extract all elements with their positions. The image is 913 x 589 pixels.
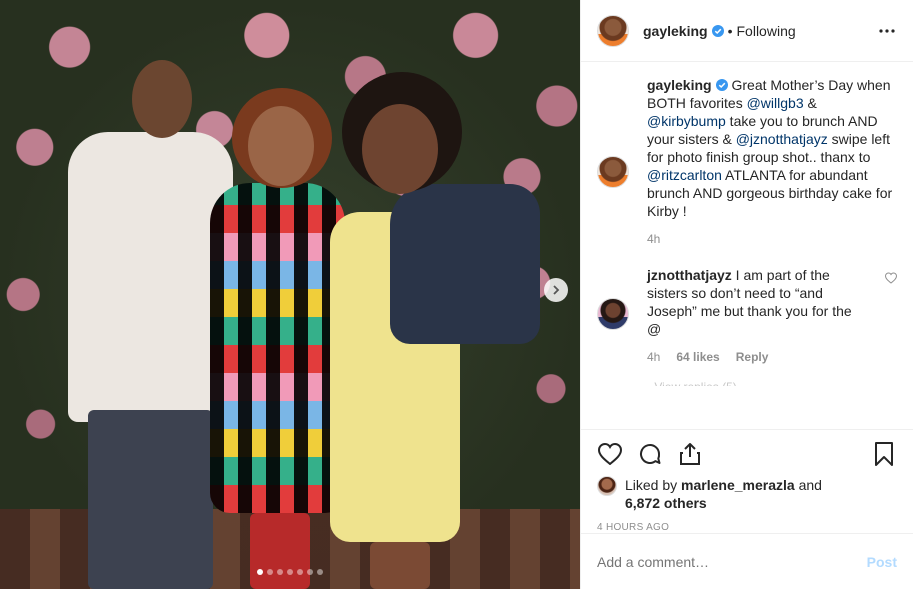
post-header: gayleking • Following bbox=[581, 0, 913, 62]
follow-status[interactable]: • Following bbox=[728, 23, 796, 39]
caption-mention-link[interactable]: @kirbybump bbox=[647, 113, 726, 129]
reply-button[interactable]: Reply bbox=[736, 350, 769, 364]
person-woman-yellow-dress bbox=[330, 72, 540, 589]
caption-mention-link[interactable]: @jznotthatjayz bbox=[736, 131, 828, 147]
caption-author-avatar[interactable] bbox=[597, 156, 629, 188]
post-timestamp[interactable]: 4 HOURS AGO bbox=[597, 522, 897, 533]
caption-author[interactable]: gayleking bbox=[647, 77, 712, 93]
comment-bubble-icon bbox=[640, 443, 661, 464]
heart-icon bbox=[598, 443, 622, 465]
carousel-dot bbox=[297, 569, 303, 575]
post-actions: Liked by marlene_merazla and 6,872 other… bbox=[581, 429, 913, 533]
comment-meta: 4h 64 likes Reply bbox=[647, 350, 857, 364]
more-horizontal-icon bbox=[879, 28, 895, 33]
add-comment-bar: Post bbox=[581, 533, 913, 589]
liked-by-row: Liked by marlene_merazla and 6,872 other… bbox=[597, 476, 897, 512]
view-replies-partial[interactable]: · View replies (5) bbox=[647, 380, 897, 386]
carousel-dot bbox=[317, 569, 323, 575]
carousel-next-button[interactable] bbox=[544, 278, 568, 302]
carousel-dot bbox=[257, 569, 263, 575]
person-man bbox=[68, 60, 233, 589]
caption-segments: Great Mother’s Day when BOTH favorites @… bbox=[647, 77, 892, 219]
comment-item: jznotthatjayz I am part of the sisters s… bbox=[597, 266, 897, 364]
follow-status-label: Following bbox=[736, 22, 796, 39]
add-comment-input[interactable] bbox=[597, 553, 867, 570]
comments-list[interactable]: gayleking Great Mother’s Day when BOTH f… bbox=[581, 62, 913, 429]
comment-time[interactable]: 4h bbox=[647, 350, 660, 364]
person-woman-checkered-dress bbox=[210, 88, 345, 589]
bookmark-icon bbox=[875, 442, 893, 466]
liked-by-user[interactable]: marlene_merazla bbox=[681, 477, 795, 493]
share-button[interactable] bbox=[677, 441, 703, 467]
liked-by-text[interactable]: Liked by marlene_merazla and 6,872 other… bbox=[625, 476, 822, 512]
follow-separator: • bbox=[727, 22, 733, 39]
caption-meta: 4h bbox=[647, 232, 897, 246]
author-avatar[interactable] bbox=[597, 14, 629, 47]
save-bookmark-button[interactable] bbox=[871, 441, 897, 467]
comment-like-heart-icon[interactable] bbox=[885, 272, 897, 284]
verified-badge-icon bbox=[711, 24, 724, 37]
likes-count[interactable]: 6,872 others bbox=[625, 495, 707, 511]
caption-mention-link[interactable]: @willgb3 bbox=[747, 95, 804, 111]
carousel-dot bbox=[287, 569, 293, 575]
post-photo[interactable] bbox=[0, 0, 580, 589]
comment-author[interactable]: jznotthatjayz bbox=[647, 267, 732, 283]
caption-mention-link[interactable]: @ritzcarlton bbox=[647, 167, 722, 183]
action-icon-row bbox=[597, 440, 897, 468]
comment-button[interactable] bbox=[637, 441, 663, 467]
carousel-dot bbox=[267, 569, 273, 575]
caption-time[interactable]: 4h bbox=[647, 232, 660, 246]
commenter-avatar[interactable] bbox=[597, 298, 629, 330]
liked-by-prefix: Liked by bbox=[625, 477, 682, 493]
comment-text: jznotthatjayz I am part of the sisters s… bbox=[647, 266, 857, 338]
like-button[interactable] bbox=[597, 441, 623, 467]
post-side-panel: gayleking • Following gayleking Great Mot… bbox=[580, 0, 913, 589]
liked-by-and: and bbox=[794, 477, 822, 493]
instagram-post-view: gayleking • Following gayleking Great Mot… bbox=[0, 0, 913, 589]
carousel-dot bbox=[277, 569, 283, 575]
carousel-dots bbox=[0, 569, 580, 575]
caption-comment: gayleking Great Mother’s Day when BOTH f… bbox=[597, 76, 897, 246]
caption-text-segment: & bbox=[803, 95, 817, 111]
share-upload-icon bbox=[680, 443, 700, 465]
liker-avatar[interactable] bbox=[597, 476, 617, 496]
caption-text: gayleking Great Mother’s Day when BOTH f… bbox=[647, 76, 897, 220]
more-options-button[interactable] bbox=[877, 21, 897, 41]
post-comment-button[interactable]: Post bbox=[867, 554, 897, 570]
carousel-dot bbox=[307, 569, 313, 575]
verified-badge-icon bbox=[715, 79, 728, 91]
comment-likes[interactable]: 64 likes bbox=[676, 350, 719, 364]
author-username[interactable]: gayleking bbox=[643, 23, 708, 39]
chevron-right-icon bbox=[553, 285, 560, 295]
